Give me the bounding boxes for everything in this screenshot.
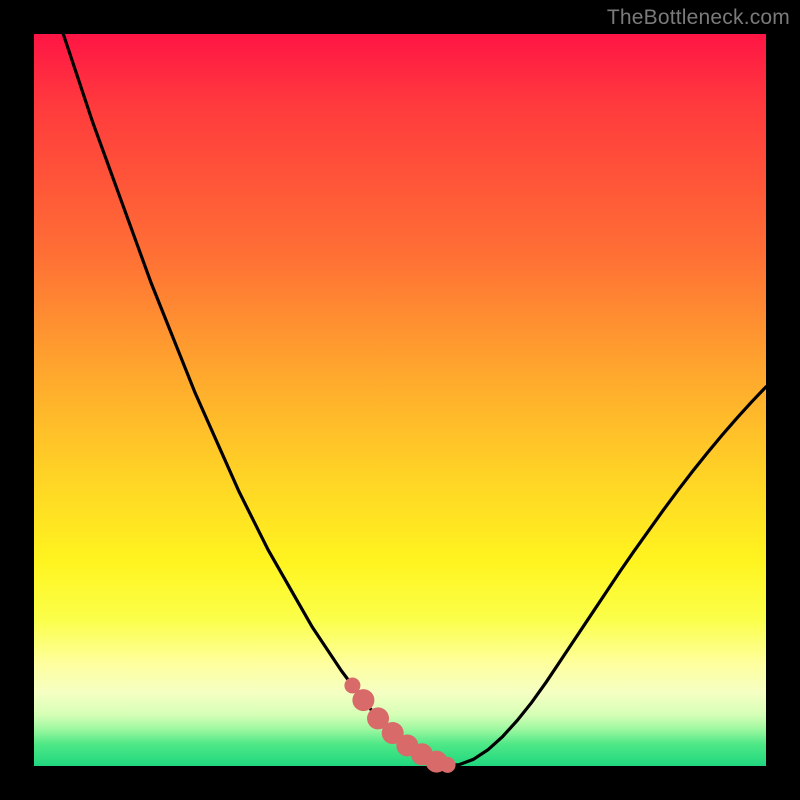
watermark-text: TheBottleneck.com	[607, 6, 790, 30]
curve-layer	[34, 34, 766, 766]
trough-marker	[440, 757, 456, 773]
bottleneck-curve	[63, 34, 766, 765]
trough-marker	[352, 689, 374, 711]
trough-markers	[344, 677, 455, 772]
plot-area	[34, 34, 766, 766]
outer-frame: TheBottleneck.com	[0, 0, 800, 800]
